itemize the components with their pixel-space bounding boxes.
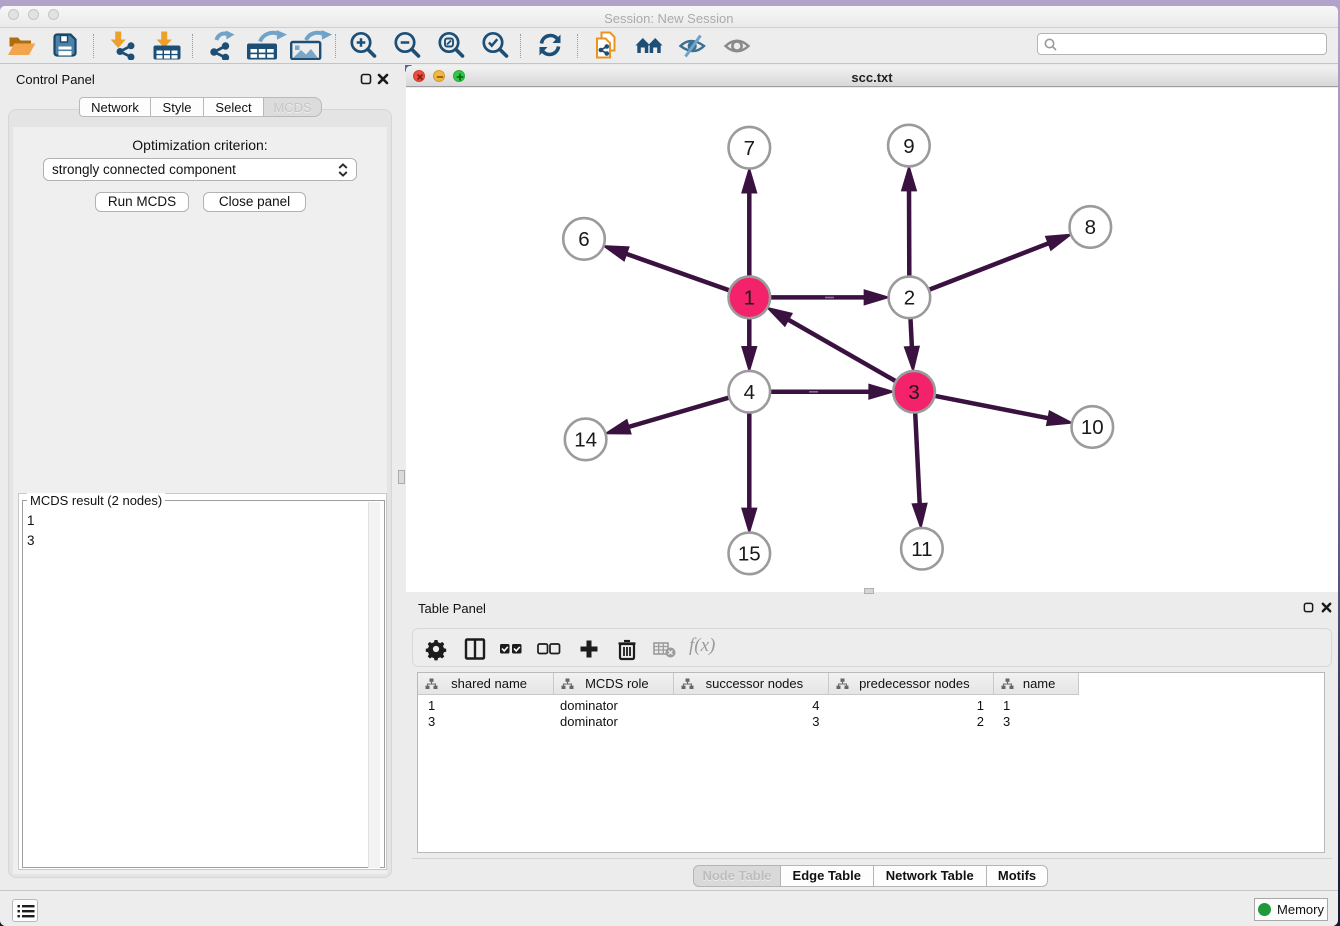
svg-text:15: 15: [738, 543, 761, 566]
svg-text:6: 6: [578, 228, 589, 251]
svg-text:3: 3: [908, 381, 919, 404]
svg-text:14: 14: [574, 429, 597, 452]
svg-text:10: 10: [1081, 416, 1104, 439]
svg-text:8: 8: [1085, 216, 1096, 239]
svg-text:4: 4: [744, 381, 755, 404]
svg-text:2: 2: [904, 287, 915, 310]
svg-text:1: 1: [744, 287, 755, 310]
svg-text:7: 7: [744, 137, 755, 160]
svg-text:9: 9: [903, 135, 914, 158]
svg-text:11: 11: [911, 538, 932, 561]
